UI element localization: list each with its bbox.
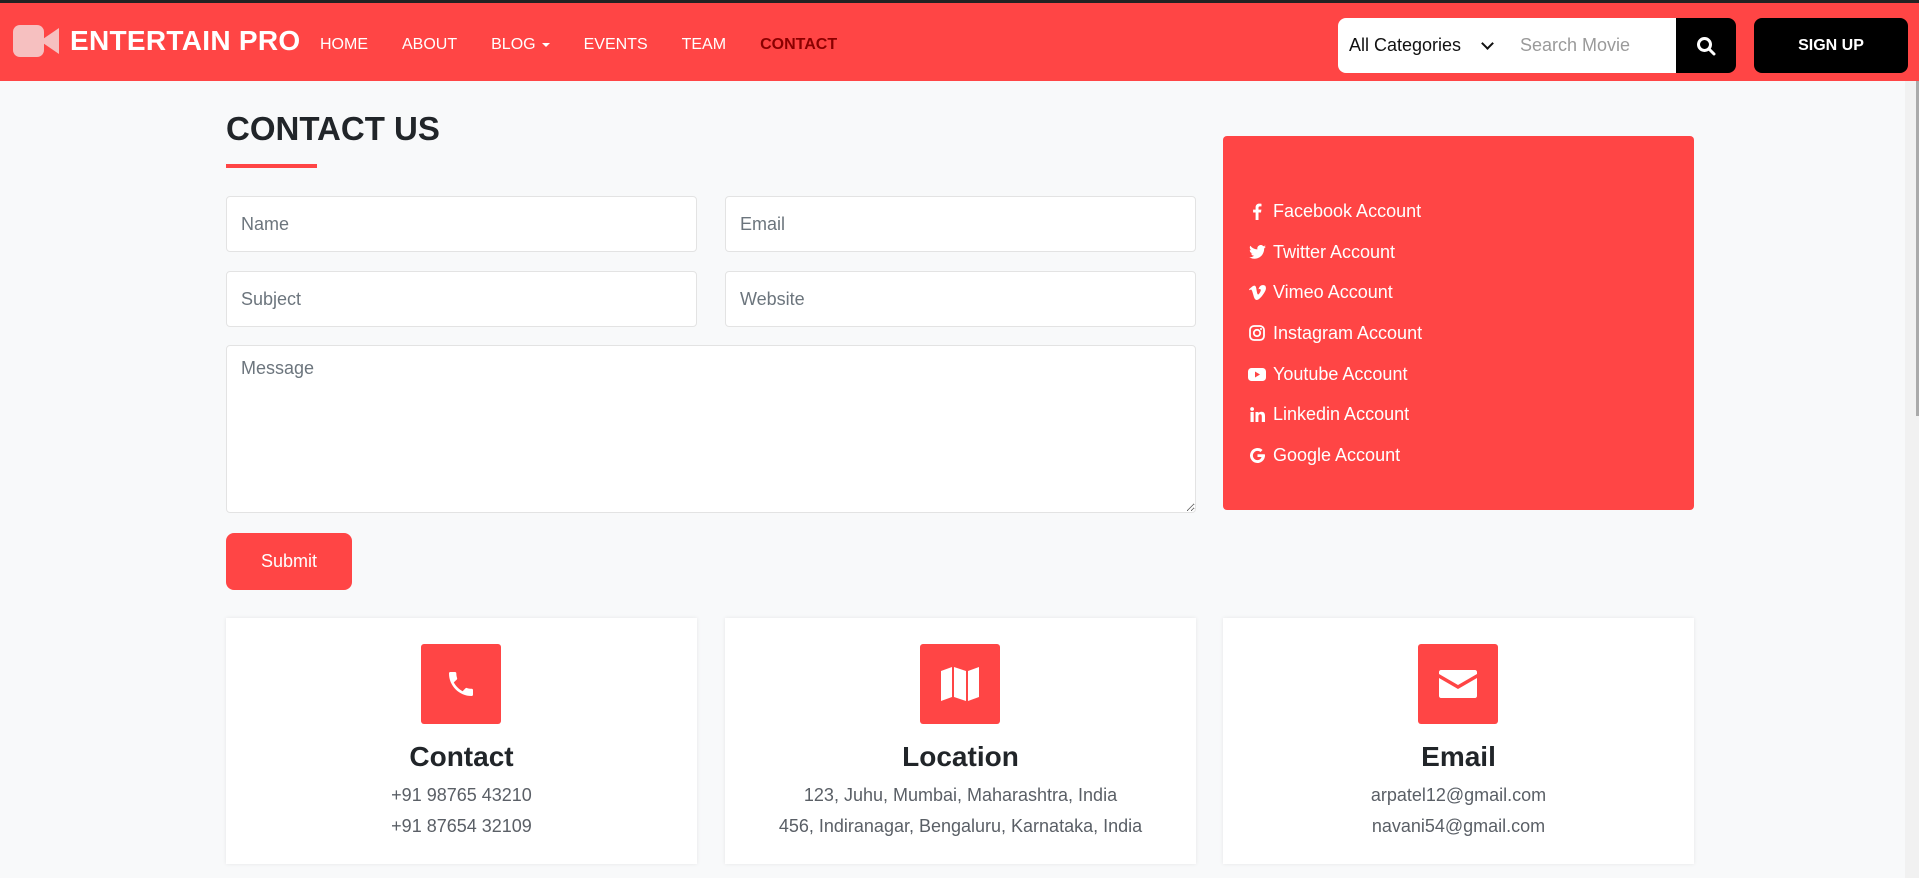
social-item-twitter[interactable]: Twitter Account — [1248, 232, 1422, 273]
social-label: Vimeo Account — [1273, 282, 1393, 303]
caret-down-icon — [541, 43, 550, 47]
social-label: Instagram Account — [1273, 322, 1423, 343]
social-label: Twitter Account — [1273, 241, 1396, 262]
email-field[interactable] — [725, 196, 1196, 252]
social-label: Linkedin Account — [1273, 404, 1410, 425]
social-label: Youtube Account — [1273, 363, 1408, 384]
brand-name: ENTERTAIN PRO — [70, 25, 301, 56]
contact-card: Contact +91 98765 43210 +91 87654 32109 — [226, 618, 697, 864]
nav-about[interactable]: ABOUT — [402, 36, 457, 54]
nav-blog-label: BLOG — [491, 36, 536, 53]
search-button[interactable] — [1676, 18, 1736, 73]
card-title: Contact — [409, 741, 514, 772]
nav-blog[interactable]: BLOG — [491, 36, 550, 54]
subject-field[interactable] — [226, 271, 697, 327]
location-card: Location 123, Juhu, Mumbai, Maharashtra,… — [725, 618, 1196, 864]
envelope-icon — [1418, 644, 1498, 724]
category-select-value: All Categories — [1349, 35, 1462, 55]
chevron-down-icon — [1481, 36, 1494, 50]
nav-team[interactable]: TEAM — [682, 36, 726, 54]
search-icon — [1697, 36, 1716, 55]
address-line: 456, Indiranagar, Bengaluru, Karnataka, … — [778, 816, 1143, 836]
email-address: navani54@gmail.com — [1371, 816, 1546, 836]
social-label: Google Account — [1273, 444, 1401, 465]
instagram-icon — [1248, 324, 1266, 342]
email-address: arpatel12@gmail.com — [1370, 785, 1547, 805]
brand-logo[interactable]: ENTERTAIN PRO — [13, 25, 301, 57]
social-list: Facebook Account Twitter Account Vimeo A… — [1248, 191, 1422, 476]
video-camera-icon — [13, 25, 59, 57]
phone-number: +91 87654 32109 — [391, 816, 532, 836]
card-title: Email — [1421, 741, 1496, 772]
nav-home[interactable]: HOME — [320, 36, 368, 54]
social-item-youtube[interactable]: Youtube Account — [1248, 354, 1422, 395]
title-underline — [226, 164, 317, 168]
twitter-icon — [1248, 243, 1266, 261]
name-field[interactable] — [226, 196, 697, 252]
vimeo-icon — [1248, 284, 1266, 302]
top-navbar: ENTERTAIN PRO HOME ABOUT BLOG EVENTS TEA… — [0, 0, 1919, 81]
youtube-icon — [1248, 365, 1266, 383]
google-icon — [1248, 446, 1266, 464]
social-item-linkedin[interactable]: Linkedin Account — [1248, 394, 1422, 435]
social-label: Facebook Account — [1273, 200, 1422, 221]
search-input[interactable] — [1506, 18, 1676, 73]
phone-icon — [421, 644, 501, 724]
submit-button[interactable]: Submit — [226, 533, 352, 590]
nav-contact[interactable]: CONTACT — [760, 36, 837, 54]
main-nav: HOME ABOUT BLOG EVENTS TEAM CONTACT — [320, 36, 871, 54]
card-title: Location — [902, 741, 1019, 772]
search-group: All Categories — [1338, 18, 1736, 73]
category-select[interactable]: All Categories — [1338, 18, 1506, 73]
page-title: CONTACT US — [226, 110, 440, 147]
facebook-icon — [1248, 202, 1266, 220]
signup-button[interactable]: SIGN UP — [1754, 18, 1908, 73]
page-scrollbar[interactable] — [1905, 81, 1919, 878]
nav-events[interactable]: EVENTS — [584, 36, 648, 54]
address-line: 123, Juhu, Mumbai, Maharashtra, India — [803, 785, 1118, 805]
social-item-facebook[interactable]: Facebook Account — [1248, 191, 1422, 232]
linkedin-icon — [1248, 406, 1266, 424]
social-item-vimeo[interactable]: Vimeo Account — [1248, 272, 1422, 313]
social-panel: Facebook Account Twitter Account Vimeo A… — [1223, 136, 1694, 510]
email-card: Email arpatel12@gmail.com navani54@gmail… — [1223, 618, 1694, 864]
message-field[interactable] — [226, 345, 1196, 513]
phone-number: +91 98765 43210 — [391, 785, 532, 805]
website-field[interactable] — [725, 271, 1196, 327]
social-item-google[interactable]: Google Account — [1248, 435, 1422, 476]
map-icon — [920, 644, 1000, 724]
social-item-instagram[interactable]: Instagram Account — [1248, 313, 1422, 354]
